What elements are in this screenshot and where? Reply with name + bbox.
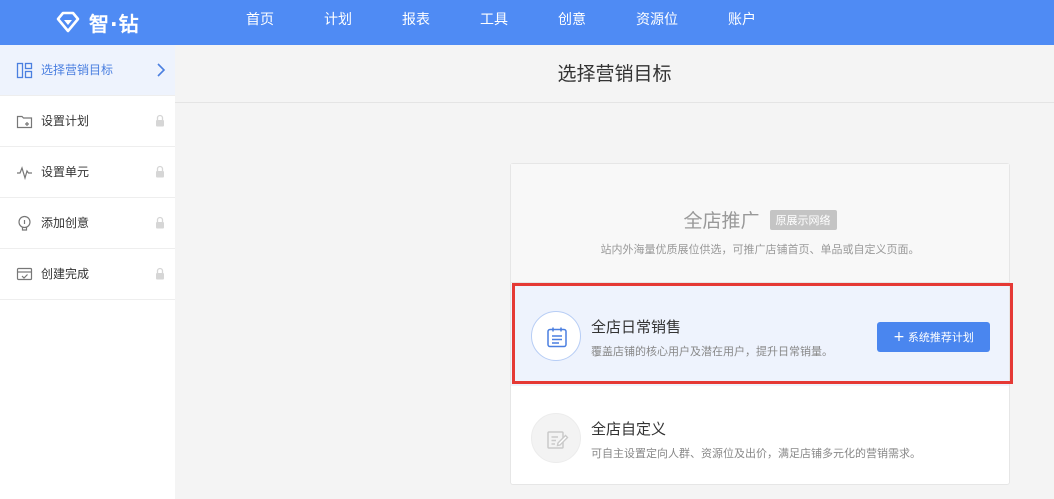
edit-icon [547,431,569,449]
sidebar-item-set-unit[interactable]: 设置单元 [0,147,175,198]
button-label: 系统推荐计划 [907,331,974,344]
option-title: 全店日常销售 [591,318,682,336]
sidebar-item-label: 设置计划 [41,114,90,128]
sidebar-item-set-plan[interactable]: 设置计划 [0,96,175,147]
option-icon-circle [531,311,581,361]
option-description: 可自主设置定向人群、资源位及出价，满足店铺多元化的营销需求。 [591,447,921,460]
panel-title-row: 全店推广 原展示网络 [511,206,1009,232]
card-check-icon [16,267,33,281]
lock-icon [156,216,164,229]
nav-tools[interactable]: 工具 [479,0,509,45]
nav-account[interactable]: 账户 [727,0,757,45]
marketing-goal-panel: 全店推广 原展示网络 站内外海量优质展位供选，可推广店铺首页、单品或自定义页面。… [510,163,1010,485]
page-title: 选择营销目标 [557,63,672,85]
layout-icon [16,62,33,79]
top-navbar: 智·钻 首页 计划 报表 工具 创意 资源位 账户 [0,0,1054,45]
diamond-logo-icon [56,11,80,33]
sidebar-item-complete[interactable]: 创建完成 [0,249,175,300]
sidebar-item-add-creative[interactable]: 添加创意 [0,198,175,249]
sidebar-item-label: 设置单元 [41,165,90,179]
lock-icon [156,267,164,280]
panel-description: 站内外海量优质展位供选，可推广店铺首页、单品或自定义页面。 [600,243,920,256]
sidebar-item-label: 添加创意 [41,216,90,230]
nav-home[interactable]: 首页 [245,0,275,45]
panel-header: 全店推广 原展示网络 站内外海量优质展位供选，可推广店铺首页、单品或自定义页面。 [511,164,1009,283]
sidebar-item-label: 选择营销目标 [41,63,114,77]
option-description: 覆盖店铺的核心用户及潜在用户，提升日常销量。 [591,345,833,358]
nav-report[interactable]: 报表 [401,0,431,45]
brand-logo[interactable]: 智·钻 [55,8,140,36]
chevron-right-icon [157,63,166,77]
panel-title: 全店推广 [683,210,760,232]
option-daily-sales[interactable]: 全店日常销售 覆盖店铺的核心用户及潜在用户，提升日常销量。 + 系统推荐计划 [511,284,1009,386]
option-custom[interactable]: 全店自定义 可自主设置定向人群、资源位及出价，满足店铺多元化的营销需求。 [511,386,1009,488]
plus-icon: + [893,329,905,345]
option-title: 全店自定义 [591,420,667,438]
nav-creative[interactable]: 创意 [557,0,587,45]
nav-plan[interactable]: 计划 [323,0,353,45]
sidebar-item-label: 创建完成 [41,267,90,281]
main-header: 选择营销目标 [175,45,1054,103]
lock-icon [156,165,164,178]
pulse-icon [17,166,32,181]
folder-add-icon [16,115,33,129]
nav-resource-slot[interactable]: 资源位 [635,0,679,45]
sidebar-item-select-goal[interactable]: 选择营销目标 [0,45,175,96]
lock-icon [156,114,164,127]
sidebar: 选择营销目标 设置计划 设置单元 添加创意 创建完成 [0,45,175,499]
calendar-icon [547,327,567,348]
panel-tag-badge: 原展示网络 [769,209,837,230]
system-recommend-plan-button[interactable]: + 系统推荐计划 [877,322,990,352]
lightbulb-icon [18,215,31,231]
brand-name: 智·钻 [89,11,140,36]
option-icon-circle [531,413,581,463]
